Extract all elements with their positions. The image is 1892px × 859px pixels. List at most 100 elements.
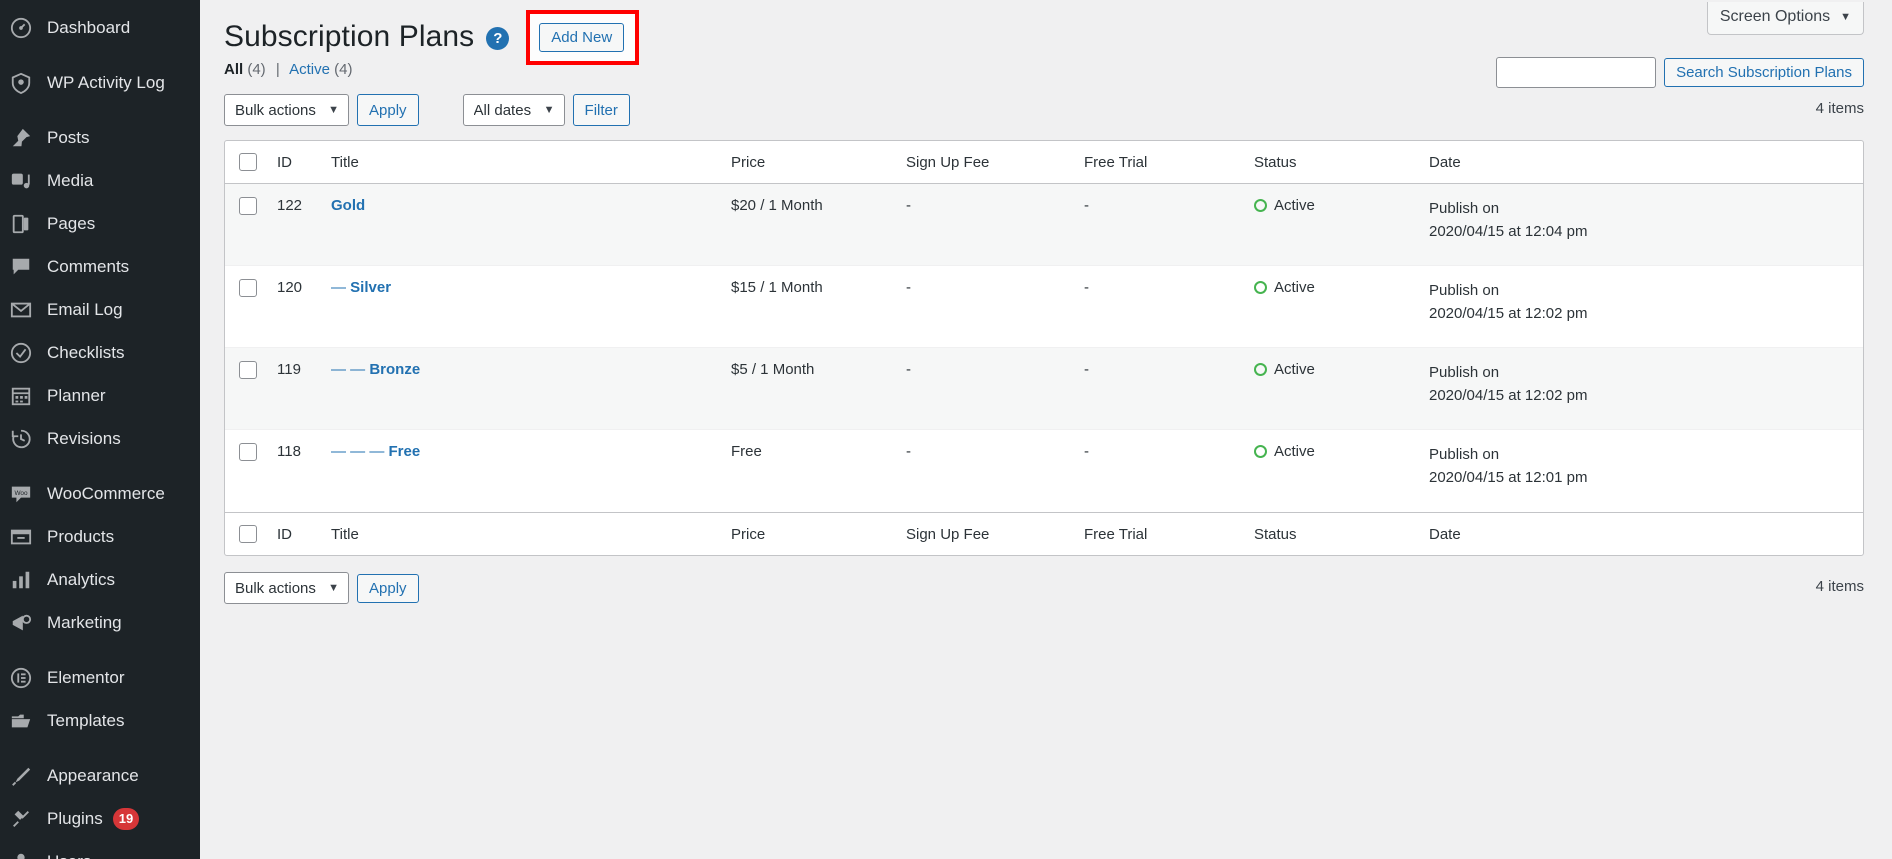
- status-badge: Active: [1254, 361, 1409, 378]
- sidebar-item-revisions[interactable]: Revisions: [0, 417, 200, 460]
- status-label: Active: [1274, 279, 1315, 297]
- select-all-checkbox-bottom[interactable]: [239, 525, 257, 544]
- header-title[interactable]: Title: [321, 141, 721, 185]
- row-select-cell: [225, 184, 267, 267]
- brush-icon: [10, 765, 44, 787]
- header-date[interactable]: Date: [1419, 141, 1863, 185]
- header-status: Status: [1244, 141, 1419, 185]
- row-signup-fee: -: [896, 266, 1074, 349]
- sidebar-item-woocommerce[interactable]: Woo WooCommerce: [0, 472, 200, 515]
- sidebar-item-pages[interactable]: Pages: [0, 202, 200, 245]
- view-active-link[interactable]: Active: [289, 61, 330, 78]
- woo-icon: Woo: [10, 483, 44, 505]
- apply-button-bottom[interactable]: Apply: [357, 573, 419, 603]
- search-submit-button[interactable]: Search Subscription Plans: [1664, 58, 1864, 87]
- row-checkbox[interactable]: [239, 197, 257, 216]
- sidebar-item-label: Dashboard: [47, 17, 131, 37]
- shield-icon: [10, 72, 44, 94]
- screen-options-button[interactable]: Screen Options ▼: [1706, 2, 1864, 35]
- row-checkbox[interactable]: [239, 279, 257, 298]
- sidebar-item-templates[interactable]: Templates: [0, 699, 200, 742]
- sidebar-item-appearance[interactable]: Appearance: [0, 754, 200, 797]
- sidebar-item-label: Products: [47, 526, 115, 546]
- table-row: 119— — Bronze $5 / 1 Month - - Active Publish…: [225, 348, 1863, 431]
- bulk-actions-select-bottom[interactable]: Bulk actions: [224, 572, 349, 605]
- filter-button[interactable]: Filter: [572, 94, 630, 126]
- sidebar-item-comments[interactable]: Comments: [0, 245, 200, 288]
- bulk-actions-select-top[interactable]: Bulk actions: [224, 94, 349, 126]
- select-all-checkbox-top[interactable]: [239, 153, 257, 172]
- footer-date[interactable]: Date: [1419, 512, 1863, 555]
- media-icon: [10, 170, 44, 192]
- sidebar-item-analytics[interactable]: Analytics: [0, 558, 200, 601]
- envelope-icon: [10, 299, 44, 321]
- sidebar-separator: [0, 742, 200, 754]
- header-free-trial: Free Trial: [1074, 141, 1244, 185]
- sidebar-item-dashboard[interactable]: Dashboard: [0, 6, 200, 49]
- row-title-link[interactable]: Bronze: [369, 361, 420, 378]
- sidebar-separator: [0, 104, 200, 116]
- items-count-top: 4 items: [1815, 100, 1864, 117]
- help-icon[interactable]: ?: [486, 27, 510, 50]
- row-date-label: Publish on: [1429, 364, 1500, 382]
- table-toolbar-bottom: Bulk actions ▼ Apply 4 items: [224, 570, 1864, 606]
- row-title-link[interactable]: Free: [389, 443, 421, 460]
- sidebar-item-label: Checklists: [47, 342, 125, 362]
- row-select-cell: [225, 266, 267, 349]
- add-new-button[interactable]: Add New: [539, 23, 625, 52]
- search-input[interactable]: [1496, 57, 1657, 88]
- chevron-down-icon: ▼: [1840, 11, 1851, 23]
- sidebar-item-wp-activity-log[interactable]: WP Activity Log: [0, 61, 200, 104]
- bulk-actions-select-wrap: Bulk actions ▼: [224, 94, 349, 126]
- date-filter-select[interactable]: All dates: [462, 94, 565, 126]
- footer-signup-fee: Sign Up Fee: [896, 512, 1074, 555]
- view-divider: |: [275, 61, 280, 78]
- view-all-link[interactable]: All: [224, 61, 243, 78]
- sidebar-item-elementor[interactable]: Elementor: [0, 656, 200, 699]
- row-signup-fee: -: [896, 184, 1074, 267]
- bulk-actions-select-wrap-bottom: Bulk actions ▼: [224, 572, 349, 605]
- row-checkbox[interactable]: [239, 361, 257, 380]
- row-title-link[interactable]: Gold: [331, 197, 365, 214]
- status-circle-icon: [1254, 199, 1267, 213]
- view-all-count: (4): [247, 61, 266, 78]
- sidebar-item-products[interactable]: Products: [0, 515, 200, 558]
- row-price: $20 / 1 Month: [721, 184, 896, 267]
- sidebar-item-planner[interactable]: Planner: [0, 374, 200, 417]
- row-free-trial: -: [1074, 184, 1244, 267]
- row-date-label: Publish on: [1429, 446, 1500, 464]
- status-circle-icon: [1254, 281, 1267, 295]
- row-title-link[interactable]: Silver: [350, 279, 391, 296]
- sidebar-item-posts[interactable]: Posts: [0, 116, 200, 159]
- header-title-label: Title: [331, 153, 359, 171]
- status-badge: Active: [1254, 443, 1409, 460]
- sidebar-item-label: Revisions: [47, 428, 121, 448]
- sidebar-item-checklists[interactable]: Checklists: [0, 331, 200, 374]
- sidebar-item-media[interactable]: Media: [0, 159, 200, 202]
- footer-status: Status: [1244, 512, 1419, 555]
- row-free-trial: -: [1074, 266, 1244, 349]
- user-icon: [10, 851, 44, 859]
- sidebar-item-email-log[interactable]: Email Log: [0, 288, 200, 331]
- screen-options-label: Screen Options: [1719, 8, 1831, 25]
- sidebar-item-plugins[interactable]: Plugins 19: [0, 797, 200, 840]
- apply-button-top[interactable]: Apply: [357, 94, 419, 126]
- footer-date-label: Date: [1429, 525, 1461, 543]
- row-select-cell: [225, 348, 267, 431]
- row-checkbox[interactable]: [239, 443, 257, 462]
- row-title-prefix: — — —: [331, 443, 389, 461]
- search-box: Search Subscription Plans: [1496, 57, 1864, 88]
- footer-title[interactable]: Title: [321, 512, 721, 555]
- sidebar-item-marketing[interactable]: Marketing: [0, 601, 200, 644]
- status-label: Active: [1274, 197, 1315, 215]
- sidebar-item-users[interactable]: Users: [0, 840, 200, 859]
- sidebar-item-label: Plugins: [47, 808, 103, 828]
- svg-text:Woo: Woo: [14, 489, 27, 496]
- footer-title-label: Title: [331, 525, 359, 543]
- chart-bar-icon: [10, 569, 44, 591]
- pages-icon: [10, 213, 44, 235]
- row-signup-fee: -: [906, 443, 911, 461]
- row-title-cell: — — Bronze: [321, 348, 721, 431]
- row-free-trial: -: [1074, 348, 1244, 431]
- sidebar-item-label: WP Activity Log: [47, 72, 165, 92]
